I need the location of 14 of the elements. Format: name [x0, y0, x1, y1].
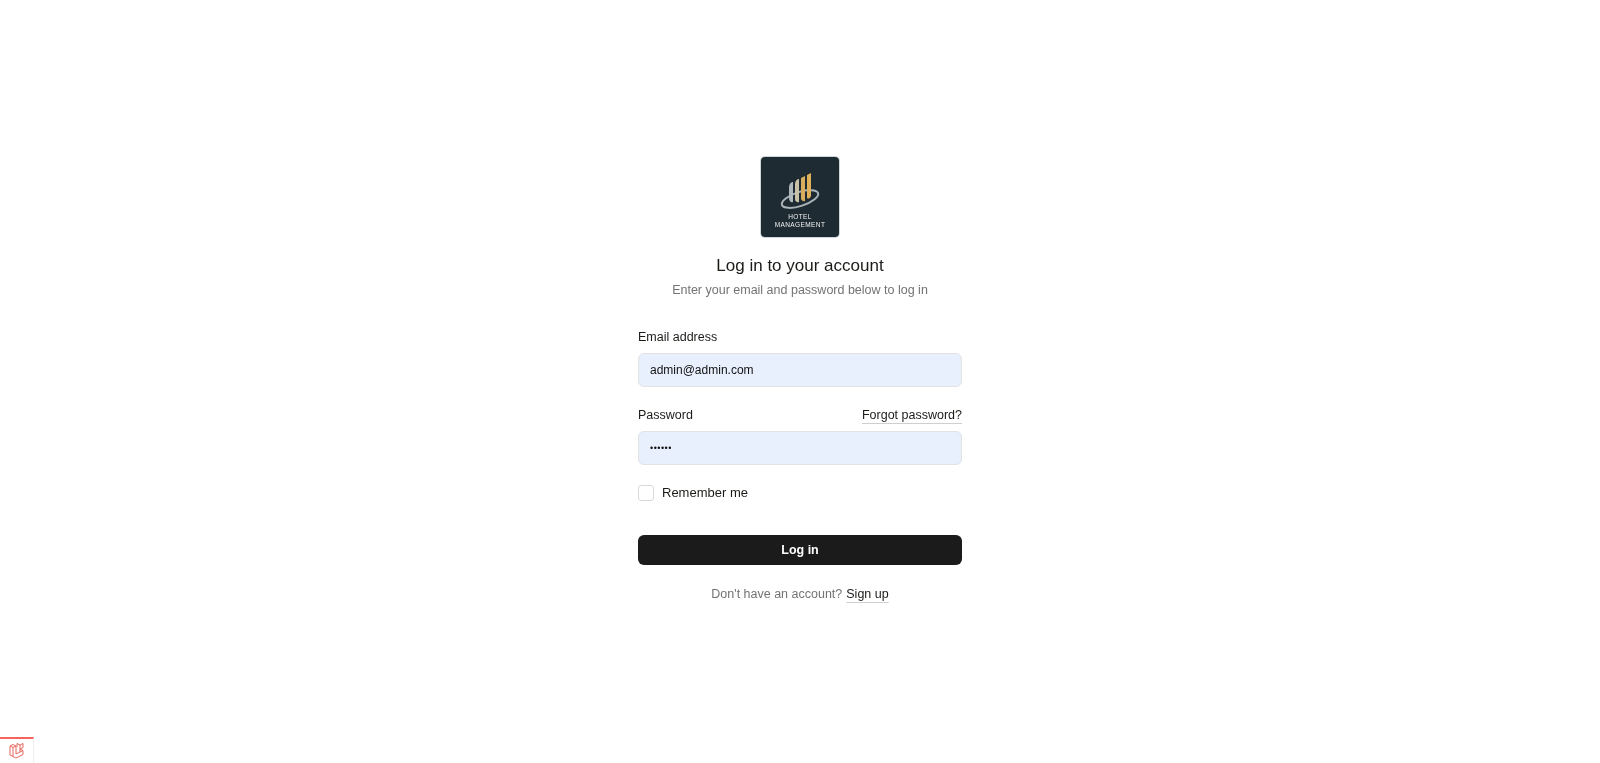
password-field[interactable]: •••••• — [638, 431, 962, 465]
remember-checkbox[interactable] — [638, 485, 654, 501]
signup-link[interactable]: Sign up — [846, 585, 889, 603]
signup-prompt: Don't have an account? — [711, 586, 843, 603]
page-subtitle: Enter your email and password below to log in — [672, 282, 928, 299]
cubes-icon — [7, 742, 26, 760]
debug-toolbar-button[interactable] — [0, 737, 34, 763]
remember-label: Remember me — [662, 485, 748, 501]
login-button[interactable]: Log in — [638, 535, 962, 565]
page-title: Log in to your account — [716, 255, 884, 277]
forgot-password-link[interactable]: Forgot password? — [861, 406, 962, 424]
field-label: Email address — [638, 329, 718, 346]
email-field[interactable]: admin@admin.com — [638, 353, 962, 387]
field-label: Password — [638, 407, 693, 424]
